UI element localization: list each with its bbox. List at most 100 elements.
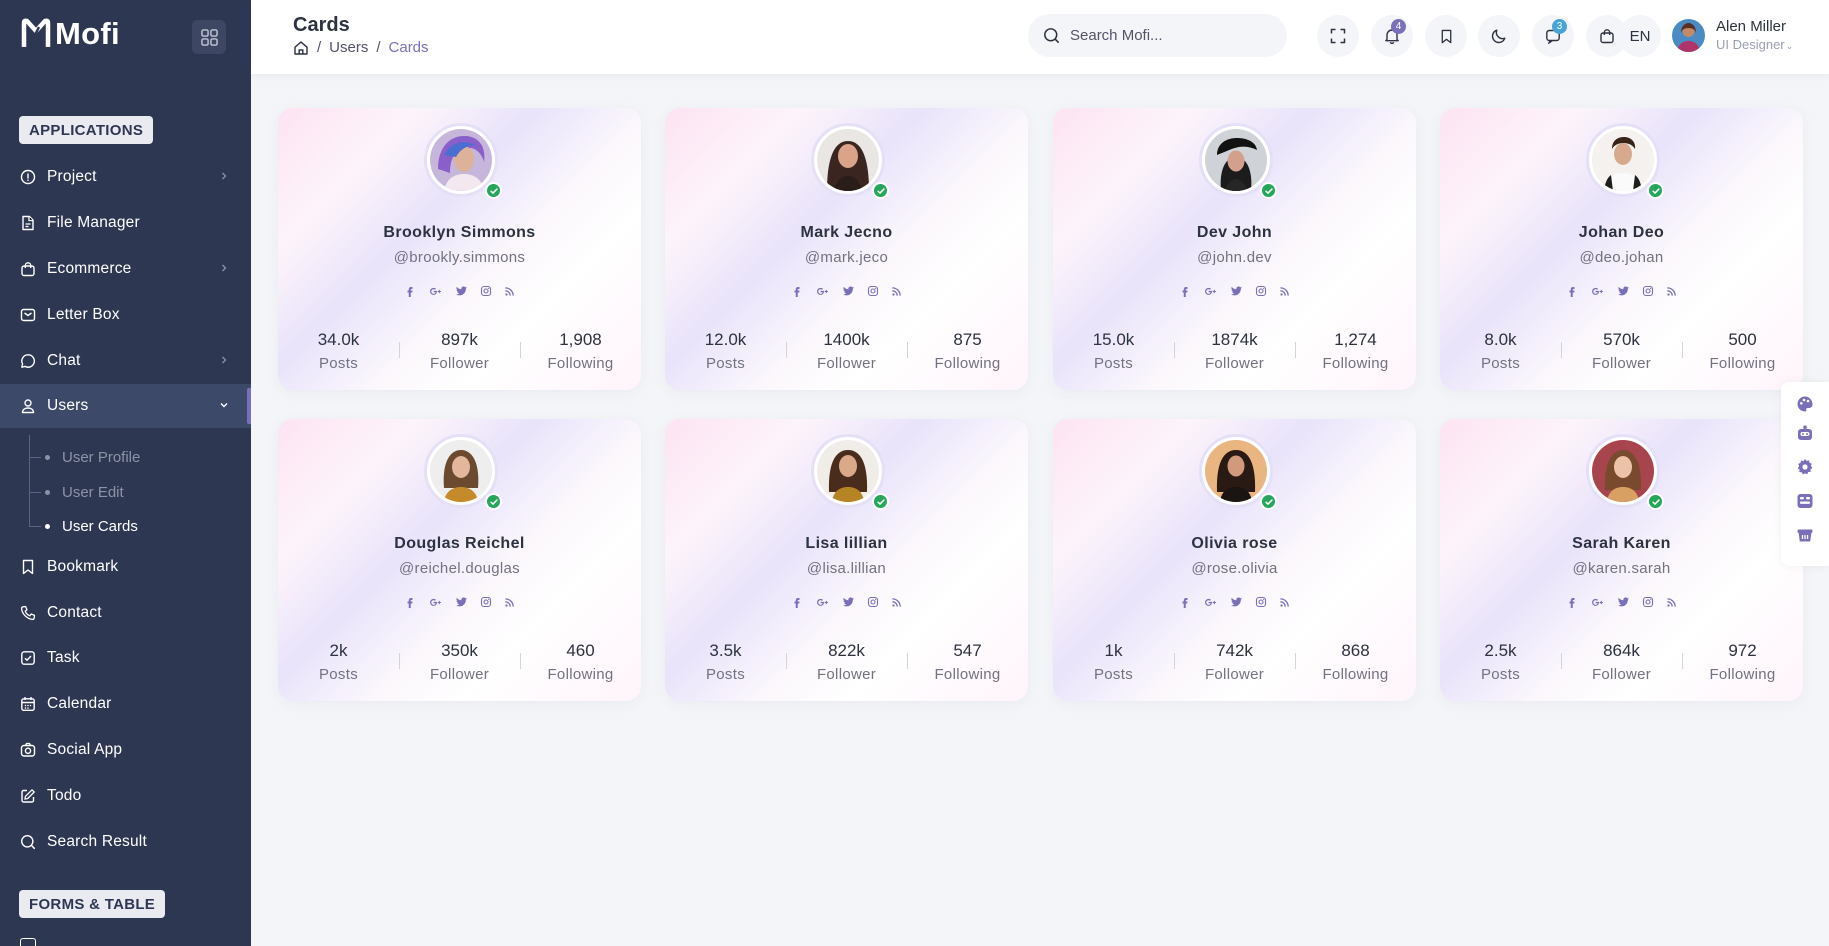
moon-icon [1491,29,1506,44]
sidebar-subitem-user-cards[interactable]: User Cards [29,509,138,543]
sidebar-item-ecommerce[interactable]: Ecommerce [0,247,251,291]
submenu-dot [45,523,50,529]
instagram-icon[interactable] [1641,284,1655,298]
bookmarks-button[interactable] [1425,15,1467,57]
sidebar-item-calendar[interactable]: Calendar [0,682,251,726]
dark-mode-toggle[interactable] [1478,15,1520,57]
twitter-icon[interactable] [455,284,469,298]
sidebar-subitem-user-edit[interactable]: User Edit [29,475,124,509]
cart-icon[interactable] [1796,526,1814,544]
verified-check-icon [872,182,889,199]
google-plus-icon[interactable] [427,595,445,609]
stat-following: 972 Following [1682,641,1803,683]
rss-icon[interactable] [503,595,517,609]
user-card: Sarah Karen @karen.sarah 2.5k Posts 864k F… [1440,419,1803,701]
layout-icon[interactable] [1796,492,1814,510]
stat-label: Following [934,666,1001,683]
card-handle: @mark.jeco [804,249,889,266]
instagram-icon[interactable] [1254,284,1268,298]
sidebar-item-bookmark[interactable]: Bookmark [0,545,251,589]
sidebar-item-social-app[interactable]: Social App [0,728,251,772]
twitter-icon[interactable] [842,284,856,298]
sidebar-item-contact[interactable]: Contact [0,591,251,635]
facebook-icon[interactable] [790,284,804,298]
sidebar-toggle-button[interactable] [192,20,226,54]
sidebar-subitem-label: User Edit [62,483,124,501]
logo[interactable]: Mofi [20,16,120,52]
twitter-icon[interactable] [842,595,856,609]
instagram-icon[interactable] [479,284,493,298]
stat-label: Posts [1480,666,1520,683]
stat-value: 15.0k [1092,330,1135,349]
facebook-icon[interactable] [403,284,417,298]
page-title: Cards [293,14,350,36]
stat-label: Follower [429,355,490,372]
notifications-button[interactable]: 4 [1371,15,1413,57]
google-plus-icon[interactable] [1202,284,1220,298]
stat-label: Follower [816,666,877,683]
facebook-icon[interactable] [1565,284,1579,298]
search-input[interactable] [1070,27,1270,44]
rss-icon[interactable] [890,595,904,609]
facebook-icon[interactable] [790,595,804,609]
robot-icon[interactable] [1796,424,1814,442]
sidebar-item-chat[interactable]: Chat [0,339,251,383]
sidebar-item-project[interactable]: Project [0,155,251,199]
gear-icon[interactable] [1796,458,1814,476]
sidebar-item-label: Bookmark [47,558,119,575]
sidebar-item-search-result[interactable]: Search Result [0,820,251,864]
rss-icon[interactable] [1278,595,1292,609]
user-name: Alen Miller [1716,18,1787,35]
profile-menu[interactable]: Alen Miller UI Designer⌄ [1672,18,1793,52]
search-box[interactable] [1028,14,1287,57]
facebook-icon[interactable] [403,595,417,609]
instagram-icon[interactable] [1641,595,1655,609]
card-stats: 8.0k Posts 570k Follower 500 Following [1440,330,1803,372]
rss-icon[interactable] [503,284,517,298]
google-plus-icon[interactable] [814,595,832,609]
facebook-icon[interactable] [1178,284,1192,298]
twitter-icon[interactable] [1617,595,1631,609]
breadcrumb-users[interactable]: Users [329,39,368,56]
sidebar-item-letter-box[interactable]: Letter Box [0,293,251,337]
stat-posts: 12.0k Posts [665,330,786,372]
sidebar-item-task[interactable]: Task [0,636,251,680]
language-selector[interactable]: EN [1619,15,1661,57]
rss-icon[interactable] [890,284,904,298]
twitter-icon[interactable] [1230,284,1244,298]
facebook-icon[interactable] [1178,595,1192,609]
google-plus-icon[interactable] [1589,284,1607,298]
app-name: Mofi [55,16,120,51]
stat-label: Following [547,666,614,683]
sidebar-subitem-user-profile[interactable]: User Profile [29,440,140,474]
instagram-icon[interactable] [479,595,493,609]
facebook-icon[interactable] [1565,595,1579,609]
sidebar-item-file-manager[interactable]: File Manager [0,201,251,245]
fullscreen-button[interactable] [1317,15,1359,57]
instagram-icon[interactable] [866,284,880,298]
card-stats: 3.5k Posts 822k Follower 547 Following [665,641,1028,683]
stat-label: Posts [318,355,358,372]
twitter-icon[interactable] [455,595,469,609]
stat-value: 868 [1341,641,1370,660]
rss-icon[interactable] [1278,284,1292,298]
google-plus-icon[interactable] [1589,595,1607,609]
sidebar-item-todo[interactable]: Todo [0,774,251,818]
card-name: Sarah Karen [1572,535,1671,552]
stat-value: 875 [953,330,982,349]
google-plus-icon[interactable] [1202,595,1220,609]
messages-button[interactable]: 3 [1532,15,1574,57]
rss-icon[interactable] [1665,595,1679,609]
stat-following: 460 Following [520,641,641,683]
rss-icon[interactable] [1665,284,1679,298]
home-icon[interactable] [293,40,309,56]
google-plus-icon[interactable] [427,284,445,298]
instagram-icon[interactable] [866,595,880,609]
google-plus-icon[interactable] [814,284,832,298]
twitter-icon[interactable] [1617,284,1631,298]
sidebar-item-users[interactable]: Users [0,384,251,428]
verified-check-icon [1647,182,1664,199]
twitter-icon[interactable] [1230,595,1244,609]
palette-icon[interactable] [1796,395,1814,413]
instagram-icon[interactable] [1254,595,1268,609]
